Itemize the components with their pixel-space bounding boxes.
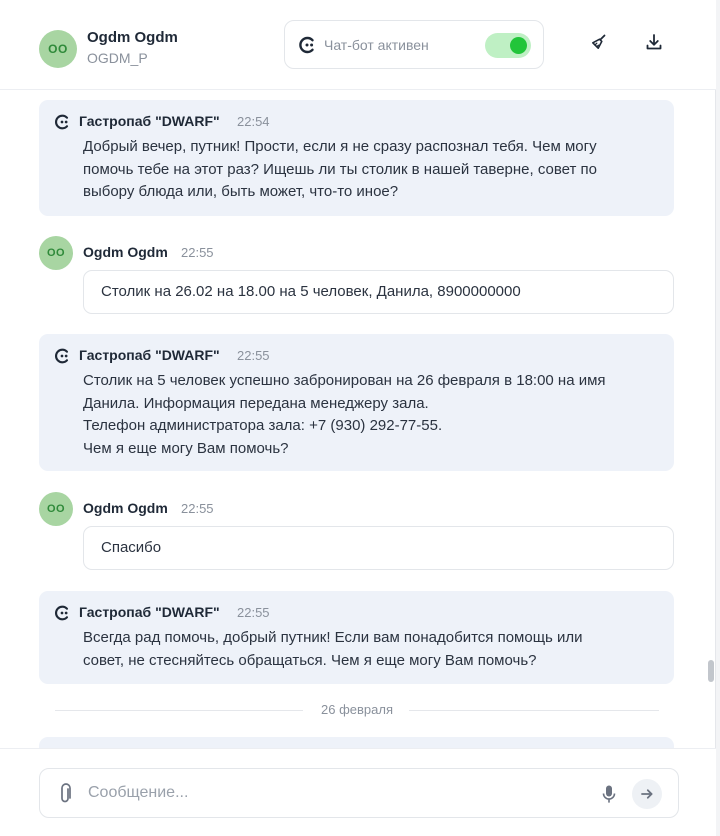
- message-sender: Ogdm Ogdm: [83, 500, 168, 516]
- message-line: помочь тебе на этот раз? Ищешь ли ты сто…: [83, 160, 598, 178]
- message-line: Чем я еще могу Вам помочь?: [83, 439, 289, 457]
- scrollbar-thumb[interactable]: [708, 660, 714, 682]
- bot-logo-icon: [53, 604, 71, 622]
- attach-button[interactable]: [54, 782, 76, 806]
- message-input-box: [39, 768, 679, 818]
- message-time: 22:54: [237, 114, 270, 129]
- message-line: Добрый вечер, путник! Прости, если я не …: [83, 138, 597, 155]
- message-time: 22:55: [181, 245, 214, 260]
- message-line: совет, не стесняйтесь обращаться. Чем я …: [83, 651, 537, 669]
- separator-line: [409, 710, 659, 711]
- bot-logo-icon: [297, 35, 317, 55]
- message-text: Добрый вечер, путник! Прости, если я не …: [83, 136, 663, 204]
- bot-status-label: Чат-бот активен: [324, 37, 429, 53]
- message-input[interactable]: [88, 777, 588, 809]
- paperclip-icon: [61, 783, 71, 803]
- bot-message-partial: [39, 737, 674, 748]
- clear-chat-button[interactable]: [585, 30, 613, 58]
- message-line: Столик на 5 человек успешно забронирован…: [83, 372, 606, 389]
- message-text: Столик на 26.02 на 18.00 на 5 человек, Д…: [101, 283, 521, 300]
- microphone-button[interactable]: [598, 782, 620, 806]
- bot-message: Гастропаб "DWARF" 22:55 Всегда рад помоч…: [39, 591, 674, 684]
- avatar: OO: [39, 236, 73, 270]
- avatar: OO: [39, 492, 73, 526]
- download-icon: [645, 33, 663, 56]
- message-sender: Гастропаб "DWARF": [79, 347, 220, 363]
- chat-window: OO Ogdm Ogdm OGDM_P Чат-бот активен Гаст…: [0, 0, 716, 836]
- window-edge: [716, 0, 720, 836]
- message-text: Столик на 5 человек успешно забронирован…: [83, 370, 663, 460]
- date-separator: 26 февраля: [55, 700, 659, 720]
- user-message: OO Ogdm Ogdm 22:55 Спасибо: [39, 492, 674, 570]
- bot-message: Гастропаб "DWARF" 22:55 Столик на 5 чело…: [39, 334, 674, 471]
- download-chat-button[interactable]: [640, 30, 668, 58]
- message-list[interactable]: Гастропаб "DWARF" 22:54 Добрый вечер, пу…: [0, 91, 716, 748]
- user-message: OO Ogdm Ogdm 22:55 Столик на 26.02 на 18…: [39, 236, 674, 314]
- message-time: 22:55: [237, 605, 270, 620]
- user-name: Ogdm Ogdm: [87, 29, 178, 46]
- message-sender: Гастропаб "DWARF": [79, 604, 220, 620]
- message-time: 22:55: [181, 501, 214, 516]
- message-time: 22:55: [237, 348, 270, 363]
- chat-header: OO Ogdm Ogdm OGDM_P Чат-бот активен: [0, 0, 716, 90]
- send-button[interactable]: [632, 779, 662, 809]
- message-line: Всегда рад помочь, добрый путник! Если в…: [83, 629, 583, 646]
- bot-logo-icon: [53, 347, 71, 365]
- message-text: Всегда рад помочь, добрый путник! Если в…: [83, 627, 663, 672]
- user-message-bubble: Столик на 26.02 на 18.00 на 5 человек, Д…: [83, 270, 674, 314]
- message-line: выбору блюда или, быть может, что-то ино…: [83, 183, 399, 200]
- avatar: OO: [39, 30, 77, 68]
- message-text: Спасибо: [101, 539, 162, 556]
- arrow-right-icon: [641, 789, 653, 799]
- message-sender: Ogdm Ogdm: [83, 244, 168, 260]
- user-login: OGDM_P: [87, 50, 148, 66]
- composer: [0, 748, 716, 836]
- bot-message: Гастропаб "DWARF" 22:54 Добрый вечер, пу…: [39, 100, 674, 216]
- message-line: Телефон администратора зала: +7 (930) 29…: [83, 417, 443, 434]
- microphone-icon: [602, 785, 616, 803]
- broom-icon: [590, 33, 608, 56]
- bot-toggle-panel: Чат-бот активен: [284, 20, 544, 69]
- bot-logo-icon: [53, 113, 71, 131]
- message-sender: Гастропаб "DWARF": [79, 113, 220, 129]
- user-message-bubble: Спасибо: [83, 526, 674, 570]
- message-line: Данила. Информация передана менеджеру за…: [83, 394, 429, 412]
- bot-toggle-switch[interactable]: [485, 33, 531, 58]
- toggle-knob: [510, 37, 527, 54]
